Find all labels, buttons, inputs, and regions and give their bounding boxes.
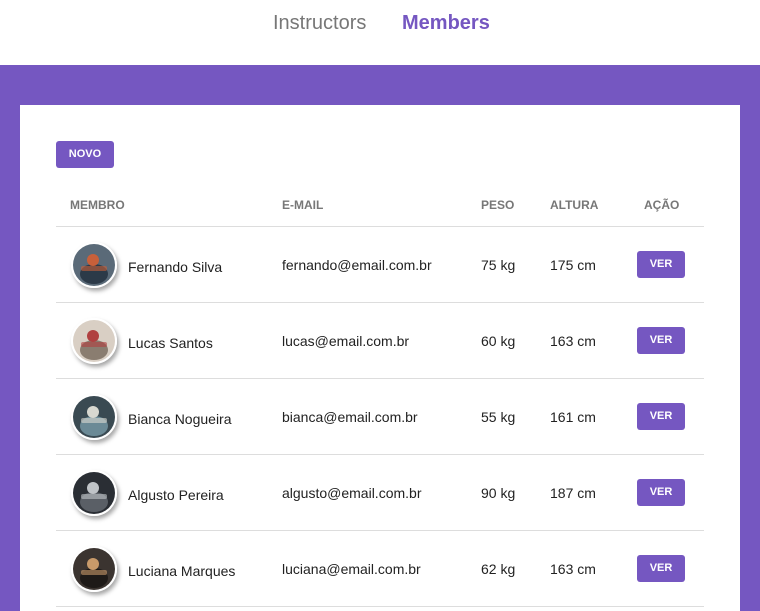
view-member-button[interactable]: VER xyxy=(637,479,685,506)
member-avatar xyxy=(71,318,117,364)
member-height: 187 cm xyxy=(550,485,596,501)
member-name: Algusto Pereira xyxy=(128,487,224,503)
member-avatar xyxy=(71,242,117,288)
member-avatar xyxy=(71,470,117,516)
member-height: 163 cm xyxy=(550,561,596,577)
column-header-weight: PESO xyxy=(481,198,515,212)
column-header-member: MEMBRO xyxy=(70,198,125,212)
member-name: Luciana Marques xyxy=(128,563,236,579)
member-height: 175 cm xyxy=(550,257,596,273)
member-weight: 90 kg xyxy=(481,485,516,501)
table-row: Algusto Pereira algusto@email.com.br 90 kg… xyxy=(56,455,704,531)
member-email: luciana@email.com.br xyxy=(282,561,421,577)
member-height: 163 cm xyxy=(550,333,596,349)
view-member-button[interactable]: VER xyxy=(637,251,685,278)
table-row: Bianca Nogueira bianca@email.com.br 55 kg 1… xyxy=(56,379,704,455)
member-avatar xyxy=(71,394,117,440)
member-email: bianca@email.com.br xyxy=(282,409,418,425)
top-nav: Instructors Members xyxy=(0,0,760,65)
member-height: 161 cm xyxy=(550,409,596,425)
view-member-button[interactable]: VER xyxy=(637,555,685,582)
member-weight: 55 kg xyxy=(481,409,516,425)
member-name: Lucas Santos xyxy=(128,335,213,351)
column-header-email: E-MAIL xyxy=(282,198,324,212)
new-member-button[interactable]: NOVO xyxy=(56,141,114,168)
view-member-button[interactable]: VER xyxy=(637,403,685,430)
member-email: lucas@email.com.br xyxy=(282,333,410,349)
member-weight: 62 kg xyxy=(481,561,516,577)
table-row: Lucas Santos lucas@email.com.br 60 kg 163 c… xyxy=(56,303,704,379)
member-avatar xyxy=(71,546,117,592)
member-weight: 75 kg xyxy=(481,257,516,273)
nav-link-members[interactable]: Members xyxy=(402,12,490,35)
column-header-height: ALTURA xyxy=(550,198,599,212)
nav-link-instructors[interactable]: Instructors xyxy=(273,12,366,35)
member-email: fernando@email.com.br xyxy=(282,257,432,273)
table-row: Luciana Marques luciana@email.com.br 62 kg… xyxy=(56,531,704,607)
member-name: Fernando Silva xyxy=(128,259,223,275)
view-member-button[interactable]: VER xyxy=(637,327,685,354)
member-email: algusto@email.com.br xyxy=(282,485,422,501)
table-row: Fernando Silva fernando@email.com.br 75 kg… xyxy=(56,227,704,303)
member-weight: 60 kg xyxy=(481,333,516,349)
member-name: Bianca Nogueira xyxy=(128,411,232,427)
members-card: NOVO MEMBRO E-MAIL PESO ALTURA AÇÃO Fern… xyxy=(20,105,740,611)
column-header-action: AÇÃO xyxy=(644,198,680,212)
